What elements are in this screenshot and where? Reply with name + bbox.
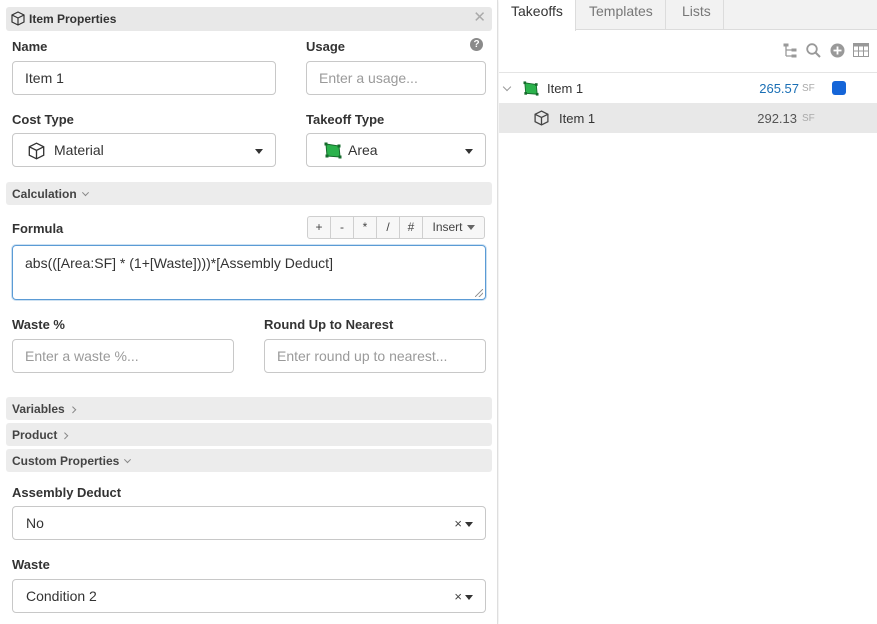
round-up-input[interactable]: Enter round up to nearest... bbox=[264, 339, 486, 373]
panel-header: Item Properties ✕ bbox=[6, 7, 492, 31]
tab-takeoffs[interactable]: Takeoffs bbox=[499, 0, 576, 31]
usage-label: Usage bbox=[306, 39, 346, 54]
chevron-down-icon bbox=[465, 595, 473, 600]
takeoffs-panel: Takeoffs Templates Lists Item 1 265.57 S… bbox=[499, 0, 877, 624]
takeoff-type-select[interactable]: Area bbox=[306, 133, 486, 167]
takeoff-row[interactable]: Item 1 265.57 SF bbox=[499, 73, 877, 103]
calculation-section-label: Calculation bbox=[12, 187, 77, 201]
waste-pct-input[interactable]: Enter a waste %... bbox=[12, 339, 234, 373]
chevron-down-icon bbox=[124, 456, 132, 464]
custom-properties-section-header[interactable]: Custom Properties bbox=[6, 449, 492, 472]
waste-select[interactable]: Condition 2 × bbox=[12, 579, 486, 613]
calculation-section-header[interactable]: Calculation bbox=[6, 182, 492, 205]
cost-type-value: Material bbox=[54, 142, 104, 158]
chevron-down-icon[interactable] bbox=[502, 82, 512, 92]
product-section-header[interactable]: Product bbox=[6, 423, 492, 446]
usage-input[interactable]: Enter a usage... bbox=[306, 61, 486, 95]
close-icon[interactable]: ✕ bbox=[473, 10, 486, 26]
takeoff-type-value: Area bbox=[348, 142, 378, 158]
name-input[interactable]: Item 1 bbox=[12, 61, 276, 95]
cube-icon bbox=[534, 110, 549, 126]
table-icon[interactable] bbox=[853, 43, 869, 57]
add-circle-icon[interactable] bbox=[830, 43, 845, 58]
assembly-deduct-value: No bbox=[26, 515, 44, 531]
product-section-label: Product bbox=[12, 428, 58, 442]
chevron-down-icon bbox=[81, 189, 89, 197]
insert-label: Insert bbox=[432, 220, 463, 234]
assembly-deduct-select[interactable]: No × bbox=[12, 506, 486, 540]
waste-label: Waste bbox=[12, 557, 50, 572]
resize-handle-icon[interactable] bbox=[475, 289, 483, 297]
clear-icon[interactable]: × bbox=[454, 516, 462, 531]
operator-divide-button[interactable]: / bbox=[377, 217, 400, 238]
cube-icon bbox=[28, 142, 45, 160]
operator-multiply-button[interactable]: * bbox=[354, 217, 377, 238]
variables-section-label: Variables bbox=[12, 402, 65, 416]
takeoff-row-value: 292.13 bbox=[757, 111, 797, 126]
waste-pct-label: Waste % bbox=[12, 317, 65, 332]
takeoffs-toolbar bbox=[499, 31, 877, 73]
takeoff-row[interactable]: Item 1 292.13 SF bbox=[499, 103, 877, 133]
takeoff-type-label: Takeoff Type bbox=[306, 112, 385, 127]
assembly-deduct-label: Assembly Deduct bbox=[12, 485, 122, 500]
operator-plus-button[interactable]: + bbox=[308, 217, 331, 238]
takeoff-row-name: Item 1 bbox=[559, 111, 596, 126]
area-polygon-icon bbox=[324, 142, 342, 159]
chevron-down-icon bbox=[465, 149, 473, 154]
variables-section-header[interactable]: Variables bbox=[6, 397, 492, 420]
name-label: Name bbox=[12, 39, 48, 54]
formula-value: abs(([Area:SF] * (1+[Waste])))*[Assembly… bbox=[25, 255, 333, 271]
formula-operator-bar: + - * / # Insert bbox=[307, 216, 485, 239]
color-swatch[interactable] bbox=[832, 81, 846, 95]
operator-number-button[interactable]: # bbox=[400, 217, 423, 238]
insert-dropdown-button[interactable]: Insert bbox=[423, 217, 484, 238]
chevron-right-icon bbox=[61, 432, 69, 440]
clear-icon[interactable]: × bbox=[454, 589, 462, 604]
chevron-down-icon bbox=[465, 522, 473, 527]
area-polygon-icon bbox=[523, 81, 539, 96]
takeoff-row-unit: SF bbox=[802, 83, 815, 94]
cube-icon bbox=[11, 11, 25, 26]
search-icon[interactable] bbox=[806, 43, 821, 58]
round-up-label: Round Up to Nearest bbox=[264, 317, 394, 332]
tab-lists[interactable]: Lists bbox=[670, 0, 724, 30]
operator-minus-button[interactable]: - bbox=[331, 217, 354, 238]
panel-title: Item Properties bbox=[29, 12, 117, 26]
takeoff-row-name: Item 1 bbox=[547, 81, 584, 96]
chevron-down-icon bbox=[466, 225, 475, 230]
formula-textarea[interactable]: abs(([Area:SF] * (1+[Waste])))*[Assembly… bbox=[12, 245, 486, 300]
waste-value: Condition 2 bbox=[26, 588, 97, 604]
formula-label: Formula bbox=[12, 221, 64, 236]
tab-templates[interactable]: Templates bbox=[577, 0, 666, 30]
tab-bar: Takeoffs Templates Lists bbox=[499, 0, 877, 31]
cost-type-label: Cost Type bbox=[12, 112, 74, 127]
tree-icon[interactable] bbox=[783, 43, 797, 58]
item-properties-panel: Item Properties ✕ Name Item 1 Usage ? En… bbox=[0, 0, 498, 624]
takeoff-row-unit: SF bbox=[802, 113, 815, 124]
cost-type-select[interactable]: Material bbox=[12, 133, 276, 167]
custom-properties-section-label: Custom Properties bbox=[12, 454, 120, 468]
help-icon[interactable]: ? bbox=[470, 38, 483, 51]
takeoff-row-value: 265.57 bbox=[759, 81, 799, 96]
chevron-right-icon bbox=[68, 406, 77, 414]
chevron-down-icon bbox=[255, 149, 263, 154]
